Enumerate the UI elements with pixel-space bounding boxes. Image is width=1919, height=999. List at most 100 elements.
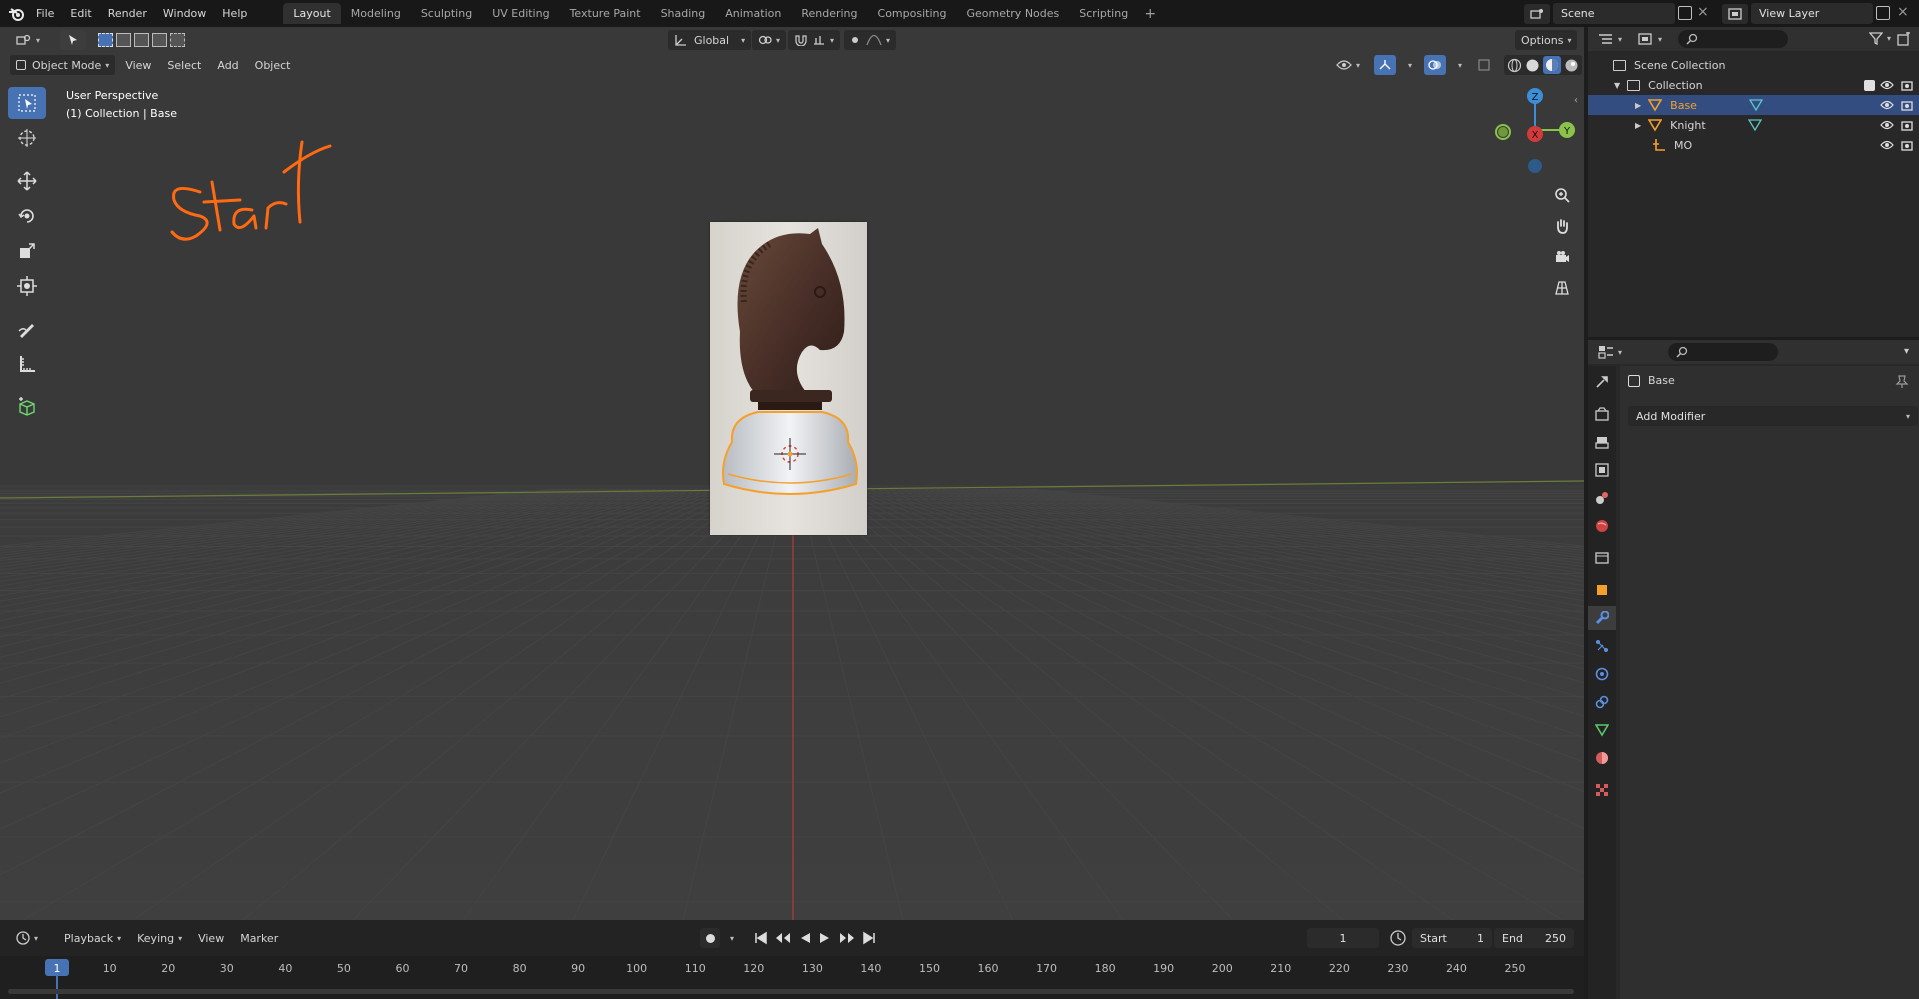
measure-tool-icon[interactable]	[8, 348, 46, 380]
transform-tool-icon[interactable]	[8, 270, 46, 302]
preview-range-icon[interactable]	[1389, 929, 1407, 950]
overlay-dropdown-icon[interactable]: ▾	[1458, 61, 1462, 70]
properties-search-input[interactable]	[1668, 343, 1779, 361]
properties-editor-type-icon[interactable]: ▾	[1598, 345, 1622, 359]
timeline-scrollbar[interactable]	[8, 989, 1574, 994]
transform-orientation-dropdown[interactable]: Global ▾	[668, 30, 752, 50]
timeline-menu-marker[interactable]: Marker	[234, 928, 284, 948]
timeline-menu-view[interactable]: View	[192, 928, 230, 948]
modifier-tab-icon[interactable]	[1588, 606, 1616, 630]
select-extend-icon[interactable]	[116, 33, 132, 47]
constraints-tab-icon[interactable]	[1588, 690, 1616, 714]
tool-tab-icon[interactable]	[1588, 370, 1616, 394]
visibility-eye-icon[interactable]	[1880, 100, 1894, 110]
select-box-tool-icon[interactable]	[8, 87, 46, 119]
rendered-shading-icon[interactable]	[1564, 58, 1579, 73]
cursor-tool-icon[interactable]	[8, 122, 46, 154]
move-tool-icon[interactable]	[8, 165, 46, 197]
end-frame-field[interactable]: End 250	[1494, 928, 1574, 948]
collection-row[interactable]: ▼ Collection	[1588, 75, 1919, 95]
blender-logo-icon[interactable]	[4, 0, 28, 27]
expand-arrow-icon[interactable]: ▶	[1635, 121, 1641, 130]
outliner-row-knight[interactable]: ▶ Knight	[1588, 115, 1919, 135]
tab-shading[interactable]: Shading	[651, 3, 716, 24]
filter-icon[interactable]: ▾	[1868, 31, 1891, 45]
pivot-point-dropdown[interactable]: ▾	[752, 30, 787, 50]
tab-texture-paint[interactable]: Texture Paint	[560, 3, 651, 24]
selection-mode-icons[interactable]	[98, 33, 186, 47]
menu-render[interactable]: Render	[100, 0, 155, 27]
tab-uv-editing[interactable]: UV Editing	[482, 3, 559, 24]
timeline-editor-type-icon[interactable]: ▾	[10, 928, 44, 948]
editor-type-icon[interactable]: ▾	[10, 30, 46, 50]
tab-rendering[interactable]: Rendering	[791, 3, 867, 24]
scene-selector-icon[interactable]	[1524, 4, 1550, 24]
render-camera-icon[interactable]	[1901, 99, 1913, 111]
timeline-menu-playback[interactable]: Playback ▾	[58, 928, 127, 948]
play-reverse-icon[interactable]	[798, 931, 812, 945]
visibility-eye-icon[interactable]	[1880, 120, 1894, 130]
particles-tab-icon[interactable]	[1588, 634, 1616, 658]
auto-key-dropdown-icon[interactable]: ▾	[730, 934, 734, 943]
wireframe-shading-icon[interactable]	[1507, 58, 1522, 73]
gizmo-dropdown-icon[interactable]: ▾	[1408, 61, 1412, 70]
sidebar-toggle-icon[interactable]: ‹	[1574, 95, 1578, 106]
xray-toggle-icon[interactable]	[1472, 55, 1496, 75]
object-mode-dropdown[interactable]: Object Mode ▾	[10, 55, 116, 75]
jump-keyframe-forward-icon[interactable]	[838, 931, 856, 945]
add-modifier-dropdown[interactable]: Add Modifier ▾	[1628, 406, 1918, 426]
render-camera-icon[interactable]	[1901, 79, 1913, 91]
object-data-tab-icon[interactable]	[1588, 718, 1616, 742]
tab-compositing[interactable]: Compositing	[868, 3, 957, 24]
tab-modeling[interactable]: Modeling	[341, 3, 411, 24]
collection-tab-icon[interactable]	[1588, 546, 1616, 570]
world-tab-icon[interactable]	[1588, 514, 1616, 538]
visibility-eye-icon[interactable]: ▾	[1330, 55, 1366, 75]
menu-help[interactable]: Help	[214, 0, 255, 27]
viewport-menu-object[interactable]: Object	[249, 55, 297, 75]
menu-window[interactable]: Window	[155, 0, 214, 27]
texture-tab-icon[interactable]	[1588, 778, 1616, 802]
scene-tab-icon[interactable]	[1588, 486, 1616, 510]
view-layer-icon[interactable]	[1722, 4, 1748, 24]
object-tab-icon[interactable]	[1588, 578, 1616, 602]
zoom-icon[interactable]	[1548, 181, 1576, 209]
exclude-checkbox[interactable]	[1864, 79, 1875, 91]
rotate-tool-icon[interactable]	[8, 200, 46, 232]
navigation-gizmo[interactable]: Z Y X	[1490, 85, 1580, 175]
visibility-eye-icon[interactable]	[1880, 140, 1894, 150]
material-tab-icon[interactable]	[1588, 746, 1616, 770]
expand-arrow-icon[interactable]: ▼	[1614, 81, 1620, 90]
solid-shading-icon[interactable]	[1525, 58, 1540, 73]
add-cube-tool-icon[interactable]	[8, 391, 46, 423]
outliner-row-base[interactable]: ▶ Base	[1588, 95, 1919, 115]
options-dropdown[interactable]: Options ▾	[1515, 30, 1578, 50]
viewport-menu-add[interactable]: Add	[211, 55, 244, 75]
annotate-tool-icon[interactable]	[8, 313, 46, 345]
new-scene-icon[interactable]	[1678, 6, 1692, 20]
render-camera-icon[interactable]	[1901, 139, 1913, 151]
viewport-menu-select[interactable]: Select	[161, 55, 207, 75]
output-tab-icon[interactable]	[1588, 430, 1616, 454]
view-layer-tab-icon[interactable]	[1588, 458, 1616, 482]
overlay-toggle-icon[interactable]	[1424, 55, 1447, 75]
scene-name-field[interactable]: Scene	[1553, 3, 1675, 24]
start-frame-field[interactable]: Start 1	[1412, 928, 1492, 948]
select-subtract-icon[interactable]	[134, 33, 150, 47]
select-tool-toggle[interactable]	[60, 30, 87, 50]
menu-edit[interactable]: Edit	[62, 0, 99, 27]
camera-view-icon[interactable]	[1548, 243, 1576, 271]
material-preview-shading-icon[interactable]	[1543, 56, 1562, 74]
tab-layout[interactable]: Layout	[283, 3, 341, 24]
select-intersect-icon[interactable]	[170, 33, 186, 47]
pan-hand-icon[interactable]	[1548, 212, 1576, 240]
jump-keyframe-back-icon[interactable]	[774, 931, 792, 945]
snap-toggle[interactable]: ▾	[788, 30, 841, 50]
pin-icon[interactable]	[1895, 375, 1909, 389]
viewport-menu-view[interactable]: View	[119, 55, 157, 75]
menu-file[interactable]: File	[28, 0, 62, 27]
outliner-row-mo[interactable]: MO	[1588, 135, 1919, 155]
select-invert-icon[interactable]	[152, 33, 168, 47]
jump-end-icon[interactable]	[862, 931, 876, 945]
record-keyframe-icon[interactable]	[700, 928, 720, 948]
